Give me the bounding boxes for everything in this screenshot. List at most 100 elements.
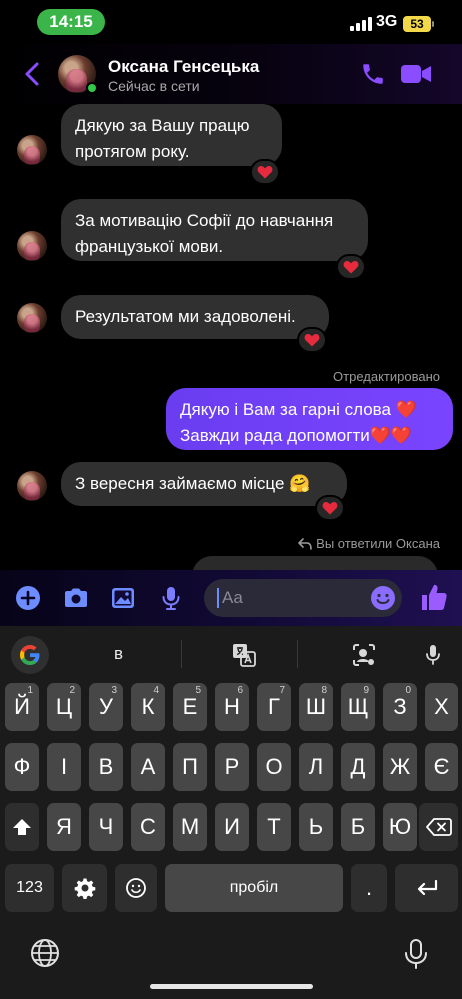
shift-key[interactable] (5, 803, 39, 851)
key-І[interactable]: І (47, 743, 81, 791)
keyboard-toolbar: в (0, 626, 462, 682)
status-time[interactable]: 14:15 (37, 9, 105, 35)
key-Є[interactable]: Є (425, 743, 458, 791)
key-Я[interactable]: Я (47, 803, 81, 851)
key-З[interactable]: З0 (383, 683, 417, 731)
reaction-badge[interactable] (336, 254, 366, 280)
key-Ь[interactable]: Ь (299, 803, 333, 851)
globe-icon[interactable] (30, 938, 60, 968)
message-input[interactable]: Aa (204, 579, 402, 617)
dictation-microphone-icon[interactable] (403, 938, 429, 970)
key-Ч[interactable]: Ч (89, 803, 123, 851)
key-Й[interactable]: Й1 (5, 683, 39, 731)
contact-status: Сейчас в сети (108, 78, 200, 94)
battery-icon: 53 (403, 16, 434, 32)
period-key[interactable]: . (351, 864, 387, 912)
reply-preview-bubble[interactable] (192, 556, 438, 570)
battery-level: 53 (410, 17, 424, 31)
reply-label: Вы ответили Оксана (316, 536, 440, 551)
key-С[interactable]: С (131, 803, 165, 851)
emoji-icon[interactable] (369, 584, 397, 612)
key-Р[interactable]: Р (215, 743, 249, 791)
microphone-icon[interactable] (157, 584, 185, 612)
key-Е[interactable]: Е5 (173, 683, 207, 731)
key-К[interactable]: К4 (131, 683, 165, 731)
plus-circle-icon[interactable] (14, 584, 42, 612)
key-hint: 6 (237, 685, 243, 696)
key-В[interactable]: В (89, 743, 123, 791)
google-icon[interactable] (11, 636, 49, 674)
key-label: Г (268, 694, 280, 719)
key-П[interactable]: П (173, 743, 207, 791)
key-Ю[interactable]: Ю (383, 803, 417, 851)
key-О[interactable]: О (257, 743, 291, 791)
key-А[interactable]: А (131, 743, 165, 791)
heart-icon (257, 165, 273, 179)
enter-key[interactable] (395, 864, 458, 912)
key-Т[interactable]: Т (257, 803, 291, 851)
incoming-message[interactable]: За мотивацію Софії до навчання французьк… (61, 199, 368, 261)
message-line: протягом року. (75, 142, 190, 161)
key-М[interactable]: М (173, 803, 207, 851)
key-hint: 3 (111, 685, 117, 696)
key-Ц[interactable]: Ц2 (47, 683, 81, 731)
contact-name[interactable]: Оксана Генсецька (108, 57, 259, 77)
message-line: Результатом ми задоволені. (75, 307, 296, 326)
key-Ф[interactable]: Ф (5, 743, 39, 791)
reaction-badge[interactable] (315, 495, 345, 521)
key-label: К (141, 694, 155, 719)
thumbs-up-icon[interactable] (420, 582, 448, 612)
key-Ш[interactable]: Ш8 (299, 683, 333, 731)
video-camera-icon[interactable] (400, 63, 432, 85)
incoming-message[interactable]: Дякую за Вашу працю протягом року. (61, 104, 282, 166)
numbers-key[interactable]: 123 (5, 864, 54, 912)
key-label: Ш (305, 694, 327, 719)
key-Щ[interactable]: Щ9 (341, 683, 375, 731)
translate-icon[interactable] (231, 642, 257, 668)
key-hint: 1 (27, 685, 33, 696)
shift-icon (13, 819, 31, 835)
status-bar: 14:15 3G 53 (0, 0, 462, 44)
key-И[interactable]: И (215, 803, 249, 851)
reaction-badge[interactable] (297, 327, 327, 353)
incoming-message[interactable]: З вересня займаємо місце 🤗 (61, 462, 347, 506)
suggestion-word[interactable]: в (114, 644, 123, 664)
message-list[interactable]: Дякую за Вашу працю протягом року. За мо… (0, 104, 462, 570)
online-indicator (86, 82, 98, 94)
key-label: З (393, 694, 407, 719)
heart-icon (343, 260, 359, 274)
key-Д[interactable]: Д (341, 743, 375, 791)
signal-icon (350, 17, 372, 31)
sender-avatar (17, 303, 47, 333)
settings-key[interactable] (62, 864, 107, 912)
key-Л[interactable]: Л (299, 743, 333, 791)
outgoing-message[interactable]: Дякую і Вам за гарні слова ❤️ Завжди рад… (166, 388, 453, 450)
backspace-icon (425, 818, 452, 836)
key-Г[interactable]: Г7 (257, 683, 291, 731)
key-Б[interactable]: Б (341, 803, 375, 851)
back-arrow-icon[interactable] (20, 59, 44, 89)
phone-icon[interactable] (360, 61, 386, 87)
reply-indicator: Вы ответили Оксана (298, 536, 440, 551)
key-label: Й (14, 694, 30, 719)
key-hint: 0 (405, 685, 411, 696)
key-label: Н (224, 694, 240, 719)
reply-icon (298, 537, 312, 550)
key-Х[interactable]: Х (425, 683, 458, 731)
backspace-key[interactable] (419, 803, 458, 851)
key-У[interactable]: У3 (89, 683, 123, 731)
lens-icon[interactable] (351, 642, 377, 668)
voice-input-icon[interactable] (420, 642, 446, 668)
incoming-message[interactable]: Результатом ми задоволені. (61, 295, 329, 339)
home-indicator[interactable] (150, 984, 313, 989)
key-Н[interactable]: Н6 (215, 683, 249, 731)
space-key[interactable]: пробіл (165, 864, 343, 912)
key-hint: 2 (69, 685, 75, 696)
key-Ж[interactable]: Ж (383, 743, 417, 791)
key-label: Е (182, 694, 198, 719)
message-line: французької мови. (75, 237, 224, 256)
gallery-icon[interactable] (109, 584, 137, 612)
emoji-key[interactable] (115, 864, 157, 912)
camera-icon[interactable] (62, 584, 90, 612)
reaction-badge[interactable] (250, 159, 280, 185)
